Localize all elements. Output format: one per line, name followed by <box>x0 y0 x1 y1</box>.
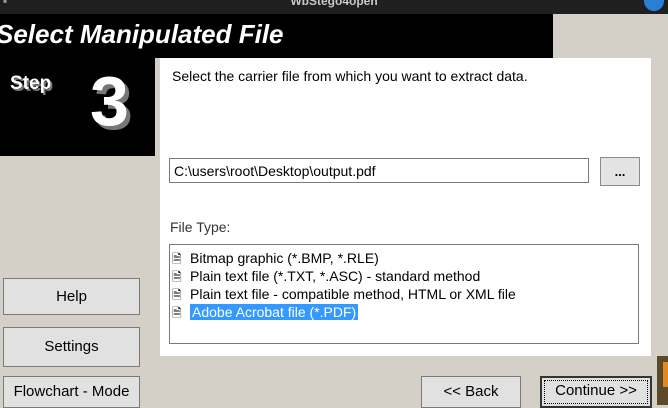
file-path-input[interactable] <box>169 158 589 183</box>
header-banner: Select Manipulated File <box>0 14 553 58</box>
document-icon: 🗎 <box>172 306 182 320</box>
instruction-text: Select the carrier file from which you w… <box>172 68 528 84</box>
window-control-icon[interactable] <box>644 0 664 11</box>
help-button[interactable]: Help <box>3 278 140 315</box>
step-label: Step <box>10 73 52 94</box>
file-type-item-label: Plain text file - compatible method, HTM… <box>190 286 516 302</box>
document-icon: 🗎 <box>172 288 182 302</box>
back-button[interactable]: << Back <box>421 376 521 408</box>
step-number: 3 <box>90 62 129 140</box>
file-type-item-pdf[interactable]: 🗎 Adobe Acrobat file (*.PDF) <box>170 303 638 321</box>
main-panel: Select the carrier file from which you w… <box>160 58 651 356</box>
window-title: WbStego4open <box>290 0 378 8</box>
file-type-item-label: Bitmap graphic (*.BMP, *.RLE) <box>190 250 379 266</box>
flowchart-mode-button[interactable]: Flowchart - Mode <box>3 376 140 408</box>
document-icon: 🗎 <box>172 252 182 266</box>
continue-button[interactable]: Continue >> <box>540 376 652 408</box>
title-bar: ▪ WbStego4open <box>0 0 668 14</box>
file-type-item-txt-compatible[interactable]: 🗎 Plain text file - compatible method, HT… <box>170 285 638 303</box>
document-icon: 🗎 <box>172 270 182 284</box>
file-type-item-label: Adobe Acrobat file (*.PDF) <box>190 304 359 320</box>
file-type-item-bmp[interactable]: 🗎 Bitmap graphic (*.BMP, *.RLE) <box>170 249 638 267</box>
page-title: Select Manipulated File <box>0 19 284 49</box>
file-type-label: File Type: <box>170 219 231 235</box>
file-type-item-txt-standard[interactable]: 🗎 Plain text file (*.TXT, *.ASC) - standa… <box>170 267 638 285</box>
file-type-item-label: Plain text file (*.TXT, *.ASC) - standar… <box>190 268 481 284</box>
file-type-list[interactable]: 🗎 Bitmap graphic (*.BMP, *.RLE) 🗎 Plain te… <box>169 244 639 344</box>
background-window-accent <box>663 362 668 387</box>
settings-button[interactable]: Settings <box>3 327 140 367</box>
browse-button[interactable]: ... <box>600 157 640 186</box>
step-panel: Step 3 <box>0 58 155 156</box>
